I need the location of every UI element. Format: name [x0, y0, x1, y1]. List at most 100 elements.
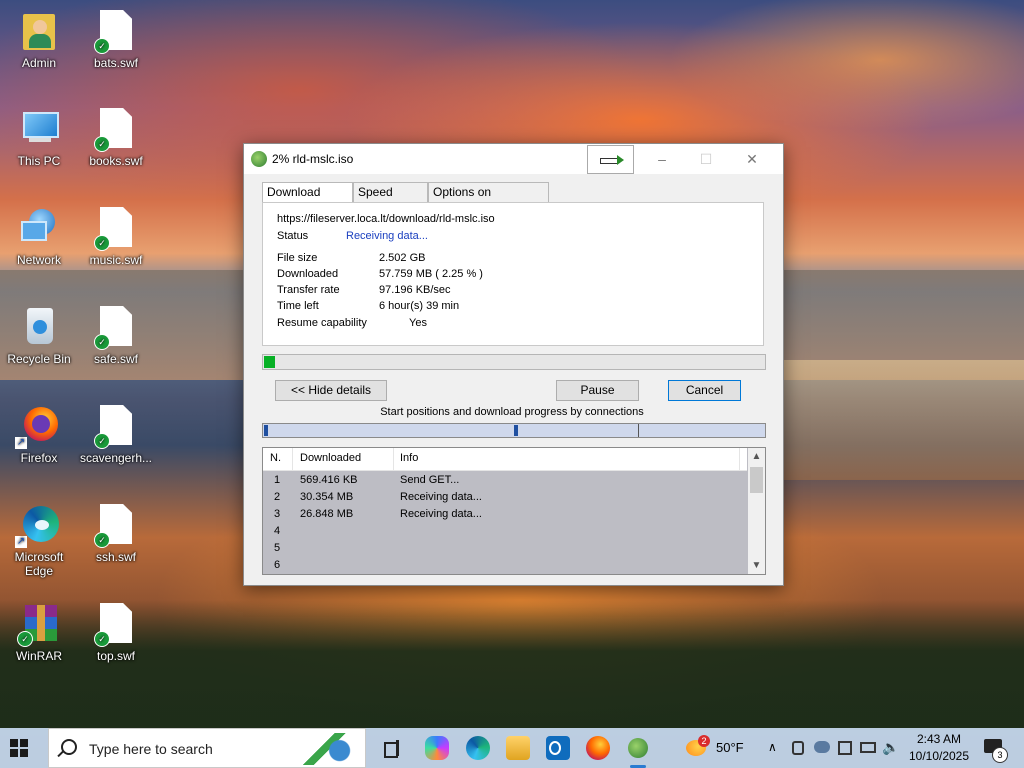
task-view-icon[interactable] — [380, 736, 404, 760]
window-titlebar[interactable]: 2% rld-mslc.iso – ☐ ✕ — [244, 144, 783, 174]
desktop-icon-scavengerh[interactable]: ✓ scavengerh... — [78, 405, 154, 465]
clock[interactable]: 2:43 AM 10/10/2025 — [904, 728, 974, 768]
file-icon: ✓ — [94, 108, 136, 152]
minimize-button[interactable]: – — [640, 147, 684, 171]
desktop-icon-this-pc[interactable]: This PC — [1, 108, 77, 168]
connection-number: 6 — [274, 559, 281, 571]
tab-speed-limiter[interactable]: Speed Limiter — [353, 182, 428, 218]
desktop-icon-label: bats.swf — [93, 56, 138, 70]
maximize-button[interactable]: ☐ — [684, 147, 728, 171]
volume-icon[interactable]: 🔈 — [882, 739, 899, 756]
file-icon: ✓ — [94, 207, 136, 251]
sync-check-icon: ✓ — [94, 532, 110, 548]
desktop-icon-label: scavengerh... — [79, 451, 153, 465]
tab-options-on-completion[interactable]: Options on completion — [428, 182, 549, 218]
connections-progress-bar — [262, 423, 766, 438]
column-header-info[interactable]: Info — [400, 452, 418, 464]
weather-widget[interactable]: 2 50°F — [684, 728, 754, 768]
desktop-icon-bats-swf[interactable]: ✓ bats.swf — [78, 10, 154, 70]
hide-details-button[interactable]: << Hide details — [275, 380, 387, 401]
tab-download-status[interactable]: Download status — [262, 182, 353, 218]
scroll-thumb[interactable] — [750, 467, 763, 493]
connection-row[interactable]: 5 — [263, 540, 747, 557]
show-hidden-icons-chevron-icon[interactable]: ∧ — [768, 740, 777, 754]
send-to-taskbar-button[interactable] — [587, 145, 634, 174]
file-icon: ✓ — [94, 306, 136, 350]
desktop-icon-firefox[interactable]: ↗ Firefox — [1, 405, 77, 465]
connection-1-progress — [264, 425, 268, 436]
connection-number: 3 — [274, 508, 281, 520]
file-icon: ✓ — [94, 10, 136, 54]
system-tray-icons: ∧ 🔈 — [766, 728, 899, 768]
desktop-icon-music-swf[interactable]: ✓ music.swf — [78, 207, 154, 267]
column-header-number[interactable]: N. — [270, 452, 281, 464]
idm-globe-icon — [251, 151, 267, 167]
file-icon: ✓ — [94, 405, 136, 449]
clock-time: 2:43 AM — [916, 732, 962, 746]
connections-scrollbar[interactable]: ▲ ▼ — [748, 448, 765, 574]
downloaded-value: 57.759 MB ( 2.25 % ) — [379, 268, 483, 280]
desktop-icon-admin[interactable]: Admin — [1, 10, 77, 70]
network-tray-icon[interactable] — [860, 742, 876, 753]
search-placeholder: Type here to search — [89, 741, 213, 757]
transfer-rate-value: 97.196 KB/sec — [379, 284, 451, 296]
sync-check-icon: ✓ — [94, 136, 110, 152]
connection-2-progress — [514, 425, 518, 436]
download-window: 2% rld-mslc.iso – ☐ ✕ Download status Sp… — [243, 143, 784, 586]
connection-row[interactable]: 3 26.848 MB Receiving data... — [263, 506, 747, 523]
connection-row[interactable]: 4 — [263, 523, 747, 540]
computer-icon — [19, 108, 59, 152]
download-progress-fill — [264, 356, 275, 368]
connection-number: 1 — [274, 474, 281, 486]
desktop-icon-label: Admin — [21, 56, 56, 70]
status-label: Status — [277, 230, 309, 242]
connections-list[interactable]: N. Downloaded Info 1 569.416 KB Send GET… — [262, 447, 766, 575]
copilot-icon[interactable] — [425, 736, 449, 760]
scroll-up-icon[interactable]: ▲ — [748, 448, 765, 465]
cancel-button[interactable]: Cancel — [668, 380, 741, 401]
connections-list-header: N. Downloaded Info — [263, 448, 747, 471]
file-explorer-icon[interactable] — [506, 736, 530, 760]
weather-temperature: 50°F — [716, 740, 744, 755]
connection-number: 2 — [274, 491, 281, 503]
file-icon: ✓ — [94, 504, 136, 548]
download-url: https://fileserver.loca.lt/download/rld-… — [277, 213, 495, 225]
wallpaper-bridge — [780, 360, 1024, 480]
idm-taskbar-icon[interactable] — [626, 736, 650, 768]
desktop-icon-books-swf[interactable]: ✓ books.swf — [78, 108, 154, 168]
start-button[interactable] — [10, 739, 28, 757]
desktop-icon-recycle-bin[interactable]: Recycle Bin — [1, 306, 77, 366]
column-header-downloaded[interactable]: Downloaded — [300, 452, 361, 464]
time-left-value: 6 hour(s) 39 min — [379, 300, 460, 312]
taskbar: Type here to search 2 50°F ∧ 🔈 2:43 AM 1… — [0, 728, 1024, 768]
desktop-icon-label: top.swf — [96, 649, 135, 663]
desktop-icon-microsoft-edge[interactable]: ↗ Microsoft Edge — [1, 504, 77, 578]
notification-count-badge: 3 — [992, 747, 1008, 763]
security-icon[interactable] — [838, 741, 852, 755]
desktop-icon-network[interactable]: Network — [1, 207, 77, 267]
edge-taskbar-icon[interactable] — [466, 736, 490, 760]
scroll-down-icon[interactable]: ▼ — [748, 557, 765, 574]
outlook-icon[interactable] — [546, 736, 570, 760]
network-icon — [19, 207, 59, 251]
desktop-icon-winrar[interactable]: ✓ WinRAR — [1, 603, 77, 663]
desktop-icon-safe-swf[interactable]: ✓ safe.swf — [78, 306, 154, 366]
desktop-icon-label: Recycle Bin — [7, 352, 71, 366]
connection-row[interactable]: 6 — [263, 557, 747, 574]
connections-caption: Start positions and download progress by… — [380, 406, 644, 418]
connection-row[interactable]: 2 30.354 MB Receiving data... — [263, 489, 747, 506]
connection-downloaded: 569.416 KB — [300, 474, 358, 486]
file-size-label: File size — [277, 252, 318, 264]
camera-icon[interactable] — [792, 741, 804, 755]
pause-button[interactable]: Pause — [556, 380, 639, 401]
desktop-icon-ssh-swf[interactable]: ✓ ssh.swf — [78, 504, 154, 564]
desktop-icon-top-swf[interactable]: ✓ top.swf — [78, 603, 154, 663]
close-button[interactable]: ✕ — [730, 147, 774, 171]
onedrive-icon[interactable] — [814, 741, 830, 753]
firefox-taskbar-icon[interactable] — [586, 736, 610, 760]
connection-row[interactable]: 1 569.416 KB Send GET... — [263, 472, 747, 489]
connection-info: Send GET... — [400, 474, 460, 486]
taskbar-search-box[interactable]: Type here to search — [48, 728, 366, 768]
sync-check-icon: ✓ — [94, 433, 110, 449]
time-left-label: Time left — [277, 300, 319, 312]
